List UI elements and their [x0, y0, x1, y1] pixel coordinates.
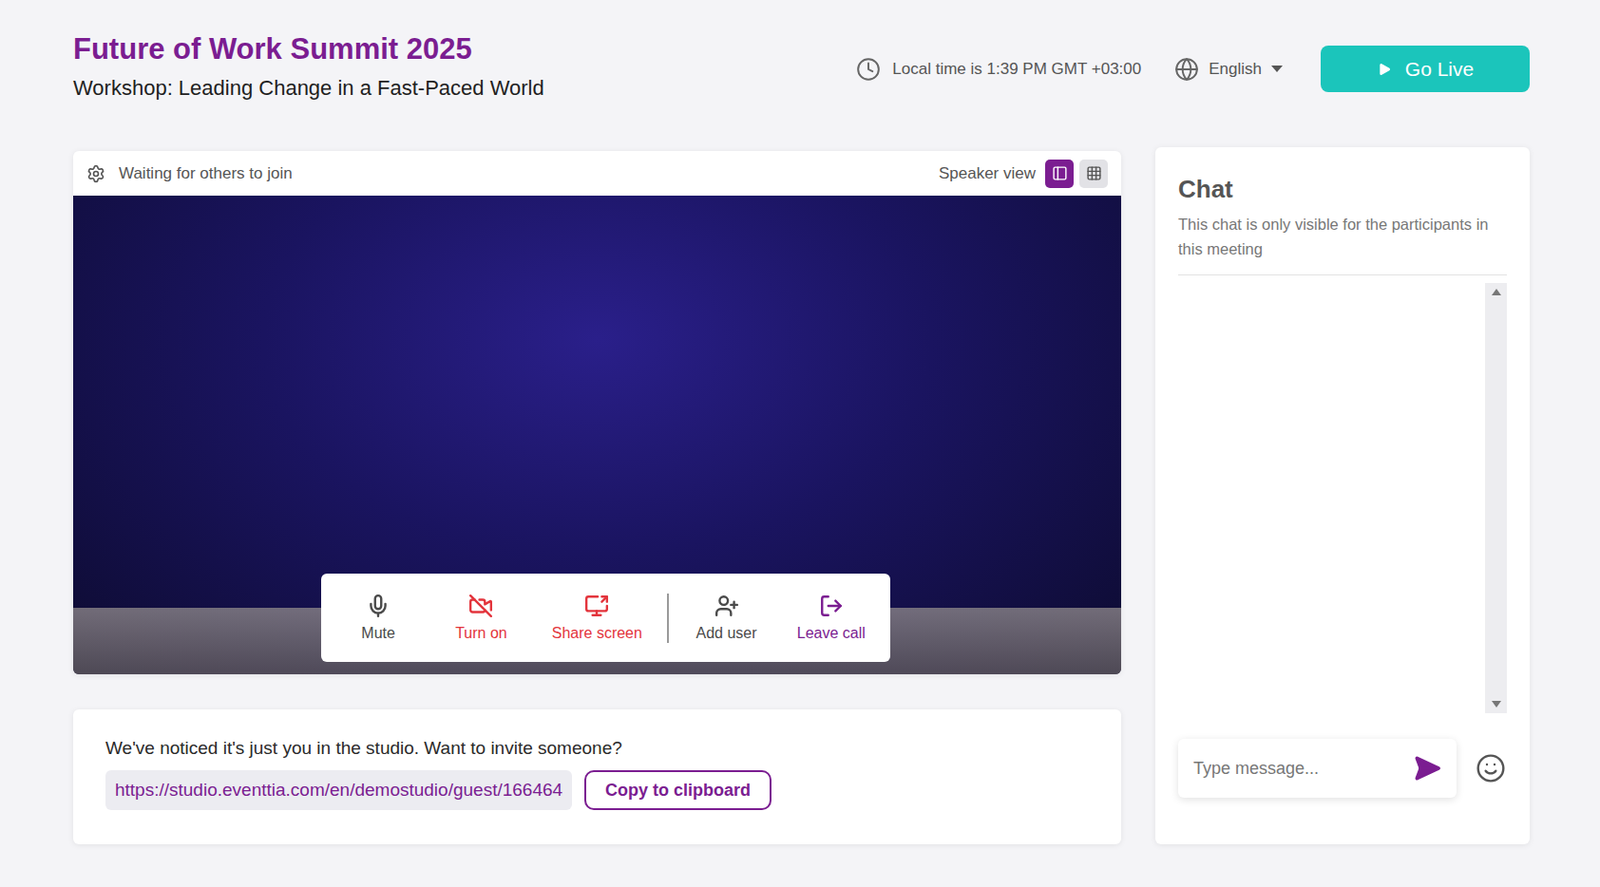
invite-link[interactable]: https://studio.eventtia.com/en/demostudi… — [105, 770, 572, 811]
control-label: Share screen — [552, 624, 643, 644]
control-label: Mute — [361, 624, 396, 644]
add-user-button[interactable]: Add user — [681, 593, 773, 644]
chat-scrollbar[interactable] — [1485, 283, 1507, 714]
go-live-button[interactable]: Go Live — [1320, 45, 1530, 93]
event-title: Future of Work Summit 2025 — [73, 31, 545, 68]
language-select[interactable]: English — [1174, 57, 1283, 82]
scroll-down-icon[interactable] — [1491, 701, 1502, 708]
invite-message: We've noticed it's just you in the studi… — [105, 736, 1089, 762]
stage-status: Waiting for others to join — [118, 161, 293, 187]
studio-page: Future of Work Summit 2025 Workshop: Lead… — [0, 0, 1600, 887]
add-user-icon — [714, 593, 740, 619]
share-button[interactable]: Share screen — [538, 593, 656, 644]
globe-icon — [1174, 57, 1200, 82]
speaker-view-icon — [1051, 165, 1068, 182]
mute-icon — [365, 593, 391, 619]
camera-button[interactable]: Turn on — [435, 593, 527, 644]
emoji-icon[interactable] — [1475, 753, 1506, 784]
caret-icon — [1271, 65, 1283, 74]
control-label: Turn on — [455, 624, 508, 644]
stage-column: Waiting for others to join Speaker view Mu… — [73, 147, 1122, 845]
grid-view-icon — [1085, 165, 1103, 182]
controls-divider — [666, 593, 669, 644]
local-time: Local time is 1:39 PM GMT +03:00 — [856, 57, 1142, 82]
chat-messages — [1178, 283, 1507, 714]
header: Future of Work Summit 2025 Workshop: Lead… — [73, 31, 1530, 102]
chat-title: Chat — [1178, 173, 1507, 205]
invite-card: We've noticed it's just you in the studi… — [73, 709, 1122, 845]
main-area: Waiting for others to join Speaker view Mu… — [73, 147, 1530, 845]
control-label: Add user — [695, 624, 757, 644]
send-icon[interactable] — [1412, 754, 1442, 783]
chat-input[interactable] — [1178, 739, 1457, 799]
chat-note: This chat is only visible for the partic… — [1178, 211, 1507, 276]
view-label: Speaker view — [938, 161, 1036, 187]
clock-icon — [856, 57, 881, 82]
session-subtitle: Workshop: Leading Change in a Fast-Paced… — [73, 75, 545, 102]
leave-button[interactable]: Leave call — [783, 593, 879, 644]
chat-panel: Chat This chat is only visible for the pa… — [1155, 147, 1530, 845]
leave-icon — [819, 593, 844, 619]
control-label: Leave call — [797, 624, 866, 644]
video-card: Waiting for others to join Speaker view Mu… — [73, 151, 1122, 675]
video-feed: Mute Turn on Share screen Add user Leave cal… — [73, 195, 1122, 675]
stage-toolbar: Waiting for others to join Speaker view — [73, 151, 1122, 196]
share-icon — [584, 593, 610, 619]
gear-icon[interactable] — [86, 164, 106, 184]
mute-button[interactable]: Mute — [332, 593, 424, 644]
camera-icon — [468, 593, 494, 619]
play-icon — [1376, 61, 1392, 77]
grid-view-button[interactable] — [1079, 159, 1108, 189]
scroll-up-icon[interactable] — [1491, 288, 1502, 296]
message-field[interactable] — [1193, 756, 1413, 782]
copy-button[interactable]: Copy to clipboard — [584, 770, 772, 811]
call-controls: Mute Turn on Share screen Add user Leave cal… — [321, 573, 891, 663]
speaker-view-button[interactable] — [1045, 159, 1074, 189]
